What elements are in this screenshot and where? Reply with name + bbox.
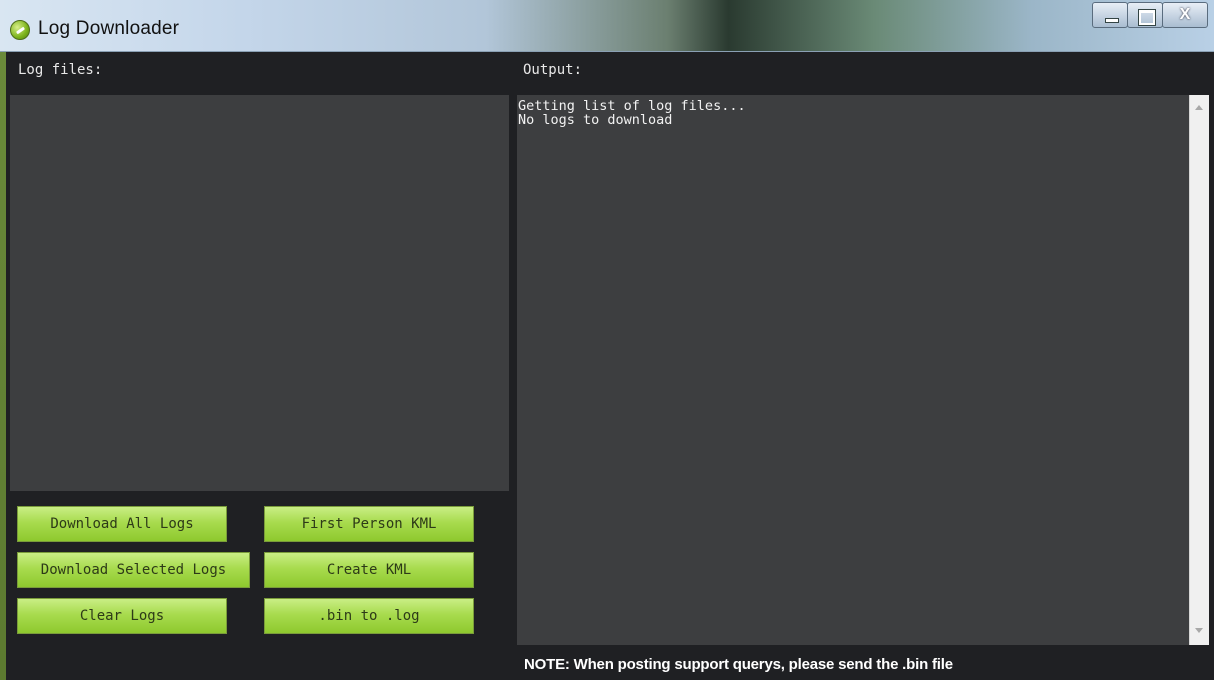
output-scrollbar[interactable] (1189, 95, 1209, 645)
minimize-button[interactable] (1092, 2, 1128, 28)
title-bar[interactable]: Log Downloader X (0, 0, 1214, 52)
download-all-logs-button[interactable]: Download All Logs (17, 506, 227, 542)
log-files-list[interactable] (10, 95, 509, 491)
output-label: Output: (523, 62, 583, 78)
log-files-label: Log files: (18, 62, 103, 78)
maximize-button[interactable] (1127, 2, 1163, 28)
window-title: Log Downloader (38, 18, 180, 39)
close-icon: X (1179, 6, 1191, 23)
close-button[interactable]: X (1162, 2, 1208, 28)
clear-logs-button[interactable]: Clear Logs (17, 598, 227, 634)
scroll-down-arrow-icon[interactable] (1195, 628, 1203, 633)
mission-planner-icon (10, 20, 30, 40)
create-kml-button[interactable]: Create KML (264, 552, 474, 588)
window-controls: X (1092, 2, 1208, 30)
scroll-up-arrow-icon[interactable] (1195, 105, 1203, 110)
bin-to-log-button[interactable]: .bin to .log (264, 598, 474, 634)
window-border-left (0, 52, 6, 680)
first-person-kml-button[interactable]: First Person KML (264, 506, 474, 542)
download-selected-logs-button[interactable]: Download Selected Logs (17, 552, 250, 588)
support-note: NOTE: When posting support querys, pleas… (524, 656, 953, 673)
output-textbox[interactable]: Getting list of log files... No logs to … (517, 95, 1189, 645)
